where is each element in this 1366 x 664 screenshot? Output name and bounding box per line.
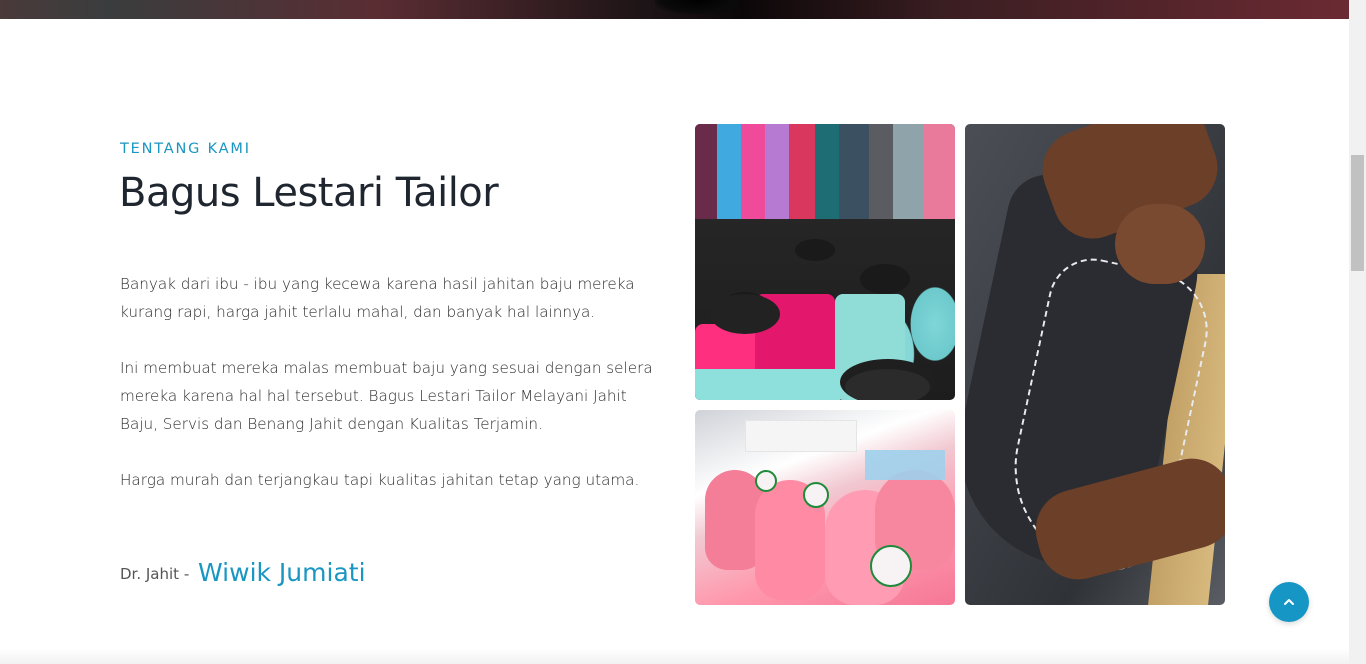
section-title: Bagus Lestari Tailor <box>119 170 499 216</box>
section-eyebrow: TENTANG KAMI <box>120 141 251 157</box>
hero-banner-bottom <box>0 0 1349 19</box>
scrollbar-track[interactable] <box>1349 0 1366 664</box>
thread-spools-image <box>695 124 955 400</box>
suit-stitching-image <box>965 124 1225 605</box>
about-paragraph-3: Harga murah dan terjangkau tapi kualitas… <box>120 471 640 489</box>
about-paragraph-2: Ini membuat mereka malas membuat baju ya… <box>120 359 653 433</box>
signature-name: Wiwik Jumiati <box>198 558 366 587</box>
pink-thread-cones-image <box>695 410 955 605</box>
signature: Dr. Jahit - Wiwik Jumiati <box>120 556 366 587</box>
next-section-edge <box>0 648 1349 664</box>
chevron-up-icon <box>1282 595 1296 609</box>
signature-role: Dr. Jahit - <box>120 565 194 583</box>
back-to-top-button[interactable] <box>1269 582 1309 622</box>
about-paragraph-1: Banyak dari ibu - ibu yang kecewa karena… <box>120 275 635 321</box>
scrollbar-thumb[interactable] <box>1351 155 1364 271</box>
